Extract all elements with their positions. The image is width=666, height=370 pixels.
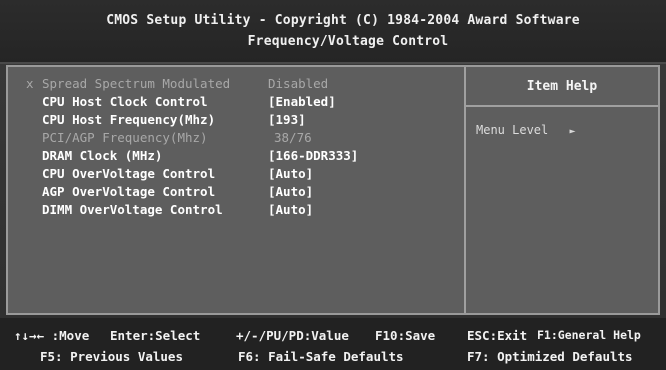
key-help-footer: ↑↓→← :Move Enter:Select +/-/PU/PD:Value …: [0, 318, 666, 370]
key-f1-general-help: F1:General Help: [537, 328, 641, 342]
setting-value: 38/76: [274, 130, 312, 145]
setting-label: PCI/AGP Frequency(Mhz): [42, 130, 208, 145]
disabled-marker: x: [26, 76, 34, 91]
setting-label: DRAM Clock (MHz): [42, 148, 163, 163]
setting-value[interactable]: [Enabled]: [268, 93, 336, 111]
key-value: +/-/PU/PD:Value: [236, 328, 349, 343]
setting-value[interactable]: [Auto]: [268, 201, 313, 219]
setting-label: CPU Host Frequency(Mhz): [42, 112, 216, 127]
setting-value[interactable]: [193]: [268, 111, 306, 129]
setting-label: CPU Host Clock Control: [42, 94, 208, 109]
right-arrow-icon: ►: [569, 126, 576, 137]
item-help-panel: Item Help Menu Level ►: [466, 67, 658, 313]
setting-value[interactable]: [Auto]: [268, 165, 313, 183]
setting-value: Disabled: [268, 76, 329, 91]
setting-label: DIMM OverVoltage Control: [42, 202, 223, 217]
setting-value[interactable]: [Auto]: [268, 183, 313, 201]
setting-value[interactable]: [166-DDR333]: [268, 147, 358, 165]
bios-screen: CMOS Setup Utility - Copyright (C) 1984-…: [0, 0, 666, 370]
key-f5-previous-values: F5: Previous Values: [40, 349, 183, 364]
setting-label: Spread Spectrum Modulated: [42, 76, 231, 91]
page-title: Frequency/Voltage Control: [247, 34, 449, 49]
key-f10-save: F10:Save: [375, 328, 436, 343]
menu-level-label: Menu Level: [476, 123, 549, 137]
utility-title: CMOS Setup Utility - Copyright (C) 1984-…: [106, 13, 580, 28]
key-esc-exit: ESC:Exit: [467, 328, 528, 343]
setting-label: AGP OverVoltage Control: [42, 184, 216, 199]
key-f6-fail-safe-defaults: F6: Fail-Safe Defaults: [238, 349, 404, 364]
key-move: ↑↓→← :Move: [14, 328, 90, 343]
key-enter-select: Enter:Select: [110, 328, 201, 343]
key-f7-optimized-defaults: F7: Optimized Defaults: [467, 349, 633, 364]
item-help-header: Item Help: [466, 67, 658, 107]
setting-label: CPU OverVoltage Control: [42, 166, 216, 181]
main-panel: x Spread Spectrum Modulated Disabled CPU…: [6, 65, 660, 315]
title-bar: CMOS Setup Utility - Copyright (C) 1984-…: [0, 0, 666, 64]
menu-level: Menu Level ►: [476, 123, 576, 137]
